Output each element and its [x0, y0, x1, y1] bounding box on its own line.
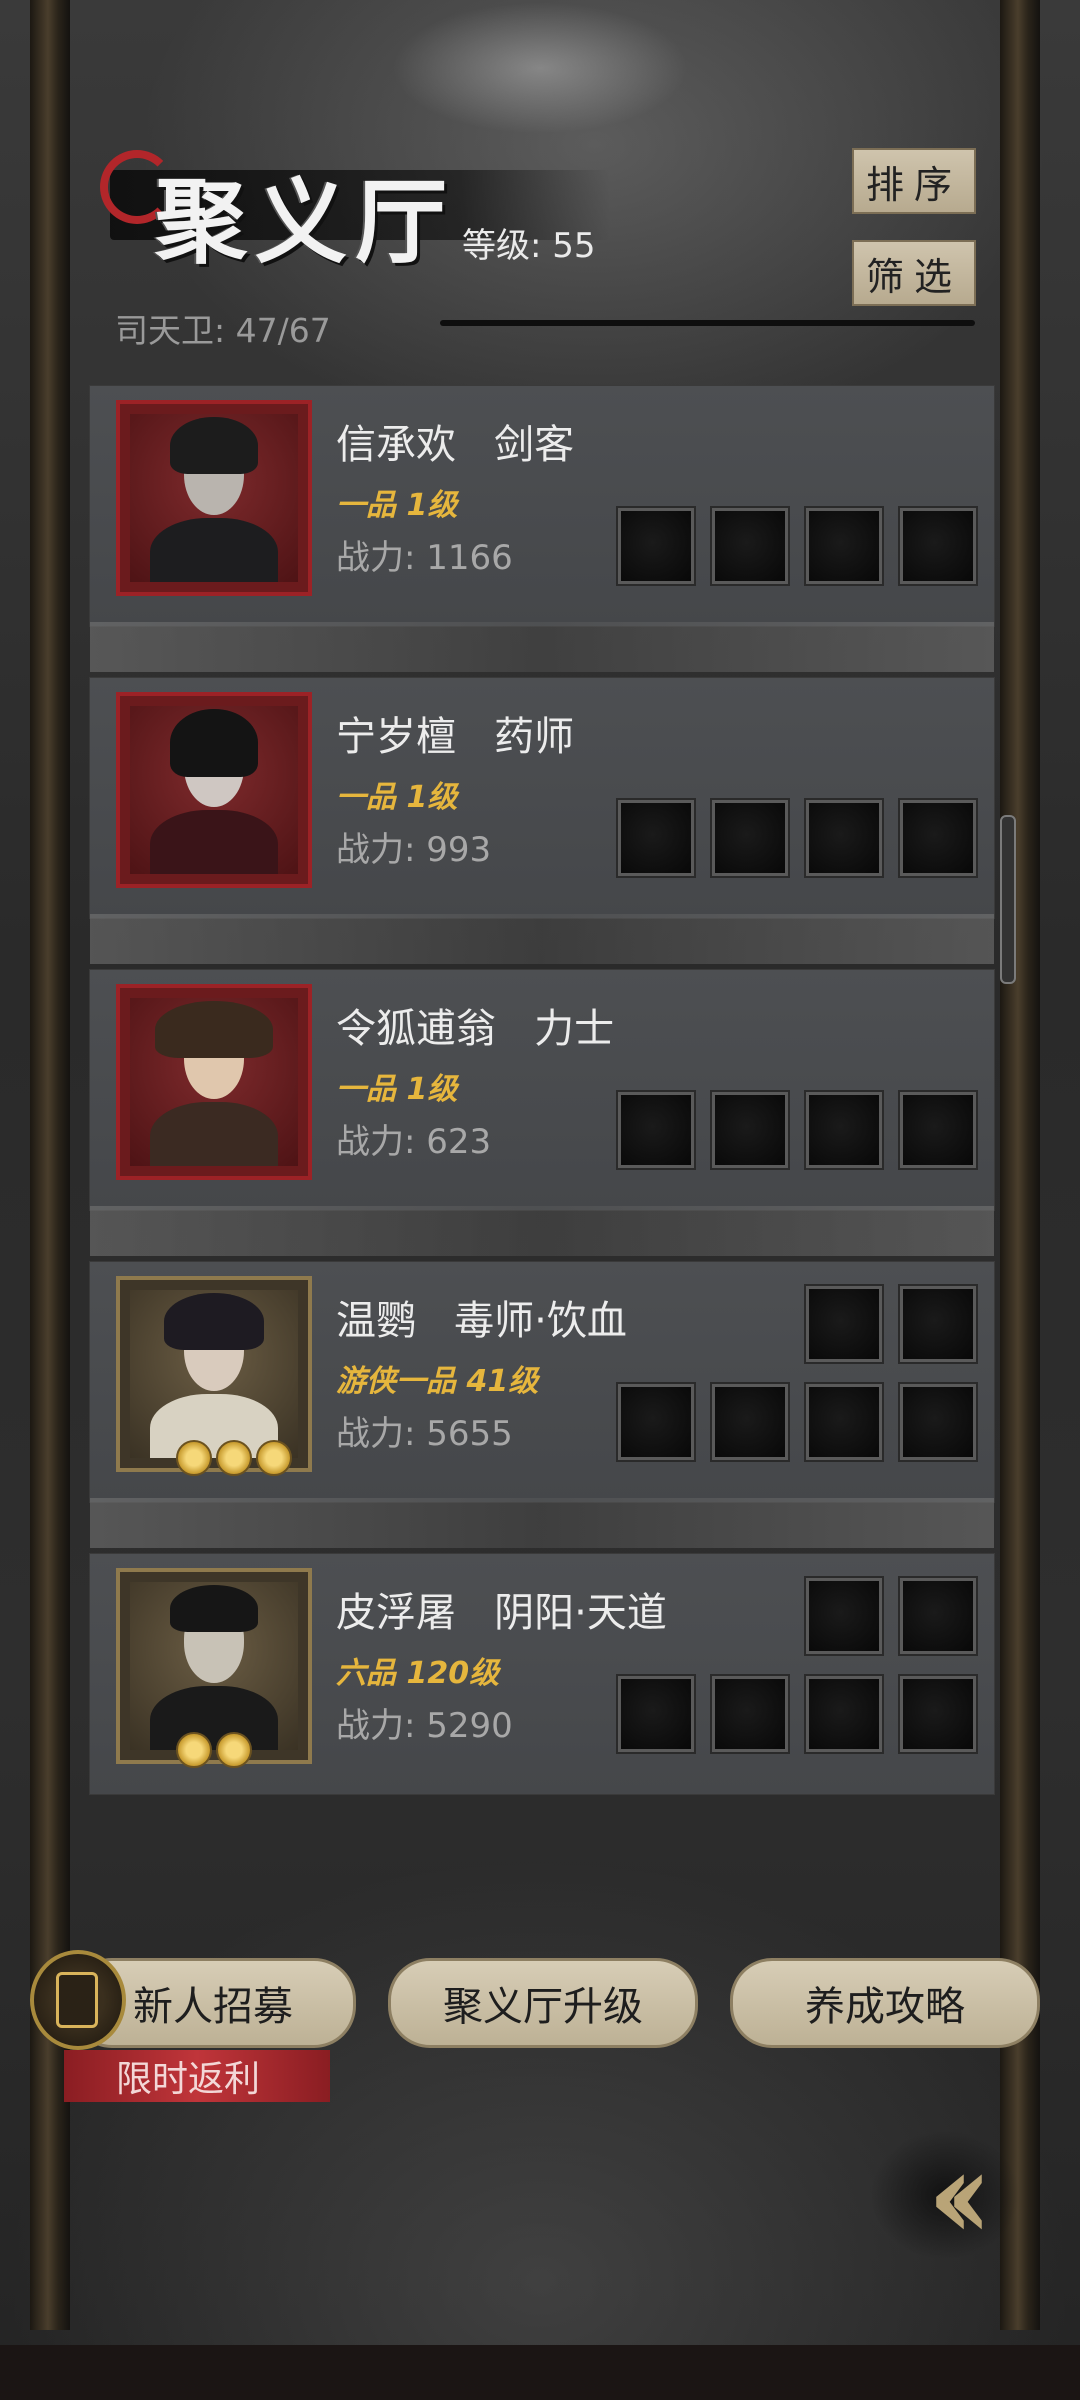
member-role: 毒师·饮血 — [454, 1298, 627, 1344]
grade-text: 六品 — [336, 1656, 396, 1691]
member-name: 温鹦 — [336, 1298, 416, 1344]
member-portrait — [116, 1276, 312, 1476]
equipment-slot[interactable] — [898, 798, 978, 878]
member-name-role: 信承欢 剑客 — [336, 412, 574, 470]
level-text: 1级 — [406, 1072, 458, 1107]
star-icon — [176, 1440, 212, 1476]
member-name: 令狐逋翁 — [336, 1006, 496, 1052]
member-card[interactable]: 宁岁檀 药师 一品 1级 战力: 993 — [90, 678, 994, 918]
member-card[interactable]: 皮浮屠 阴阳·天道 六品 120级 战力: 5290 — [90, 1554, 994, 1794]
level-text: 120级 — [406, 1656, 500, 1691]
equipment-slot[interactable] — [804, 1090, 884, 1170]
equipment-slot[interactable] — [804, 506, 884, 586]
member-card[interactable]: 令狐逋翁 力士 一品 1级 战力: 623 — [90, 970, 994, 1210]
list-scrollbar[interactable] — [1000, 815, 1016, 984]
equipment-slot[interactable] — [898, 1284, 978, 1364]
equipment-slot[interactable] — [616, 798, 696, 878]
member-portrait — [116, 692, 312, 888]
member-name-role: 令狐逋翁 力士 — [336, 996, 614, 1054]
member-grade: 游侠一品 41级 — [336, 1356, 538, 1400]
bottom-bar — [0, 2345, 1080, 2400]
hall-level: 等级: 55 — [462, 226, 596, 266]
star-icon — [216, 1440, 252, 1476]
member-role: 药师 — [494, 714, 575, 760]
member-grade: 六品 120级 — [336, 1648, 499, 1692]
equipment-slot[interactable] — [804, 1382, 884, 1462]
level-text: 1级 — [406, 488, 458, 523]
member-name-role: 宁岁檀 药师 — [336, 704, 574, 762]
header-divider — [440, 320, 975, 326]
card-divider — [90, 622, 994, 672]
member-name-role: 皮浮屠 阴阳·天道 — [336, 1580, 667, 1638]
member-power: 战力: 993 — [336, 830, 492, 870]
star-rating — [176, 1440, 292, 1476]
member-name-role: 温鹦 毒师·饮血 — [336, 1288, 627, 1346]
equipment-slot[interactable] — [710, 1382, 790, 1462]
equipment-slot[interactable] — [710, 1090, 790, 1170]
member-power: 战力: 5290 — [336, 1706, 513, 1746]
equipment-slot[interactable] — [898, 1576, 978, 1656]
equipment-slot[interactable] — [804, 798, 884, 878]
star-rating — [176, 1732, 252, 1768]
equipment-slot[interactable] — [616, 1090, 696, 1170]
equipment-slot[interactable] — [898, 1382, 978, 1462]
member-grade: 一品 1级 — [336, 772, 457, 816]
hall-header: 聚义厅 等级: 55 — [100, 140, 670, 276]
equipment-slot[interactable] — [804, 1284, 884, 1364]
member-portrait — [116, 984, 312, 1180]
filter-button[interactable]: 筛选 — [852, 240, 976, 306]
equipment-slot[interactable] — [804, 1674, 884, 1754]
member-role: 力士 — [534, 1006, 615, 1052]
equipment-slot[interactable] — [710, 506, 790, 586]
equipment-slot[interactable] — [898, 1674, 978, 1754]
equipment-slot[interactable] — [710, 798, 790, 878]
member-grade: 一品 1级 — [336, 1064, 457, 1108]
recruit-token-icon[interactable] — [30, 1950, 126, 2050]
grade-text: 一品 — [336, 1072, 396, 1107]
member-power: 战力: 623 — [336, 1122, 492, 1162]
grade-text: 一品 — [336, 780, 396, 815]
member-name: 宁岁檀 — [336, 714, 456, 760]
card-divider — [90, 1498, 994, 1548]
card-divider — [90, 914, 994, 964]
member-name: 信承欢 — [336, 422, 456, 468]
hall-upgrade-button[interactable]: 聚义厅升级 — [388, 1958, 698, 2048]
grade-text: 一品 — [336, 488, 396, 523]
card-divider — [90, 1206, 994, 1256]
member-portrait — [116, 1568, 312, 1768]
sort-button[interactable]: 排序 — [852, 148, 976, 214]
equipment-slot[interactable] — [898, 1090, 978, 1170]
equipment-slot[interactable] — [804, 1576, 884, 1656]
level-text: 41级 — [466, 1364, 539, 1399]
equipment-slot[interactable] — [710, 1674, 790, 1754]
star-icon — [256, 1440, 292, 1476]
member-card[interactable]: 信承欢 剑客 一品 1级 战力: 1166 — [90, 386, 994, 626]
equipment-slot[interactable] — [616, 1382, 696, 1462]
equipment-slot[interactable] — [616, 506, 696, 586]
star-icon — [216, 1732, 252, 1768]
member-power: 战力: 1166 — [336, 538, 513, 578]
member-portrait — [116, 400, 312, 596]
member-card[interactable]: 温鹦 毒师·饮血 游侠一品 41级 战力: 5655 — [90, 1262, 994, 1502]
page-title: 聚义厅 — [155, 168, 456, 276]
member-name: 皮浮屠 — [336, 1590, 456, 1636]
guard-count: 司天卫: 47/67 — [115, 311, 331, 350]
double-chevron-left-icon[interactable]: ‹‹ — [870, 2125, 1020, 2266]
equipment-slot[interactable] — [616, 1674, 696, 1754]
grade-text: 游侠一品 — [336, 1364, 456, 1399]
training-guide-button[interactable]: 养成攻略 — [730, 1958, 1040, 2048]
member-role: 阴阳·天道 — [494, 1590, 667, 1636]
equipment-slot[interactable] — [898, 506, 978, 586]
limited-rebate-tag[interactable]: 限时返利 — [64, 2050, 330, 2102]
member-power: 战力: 5655 — [336, 1414, 513, 1454]
star-icon — [176, 1732, 212, 1768]
level-text: 1级 — [406, 780, 458, 815]
member-grade: 一品 1级 — [336, 480, 457, 524]
member-role: 剑客 — [494, 422, 575, 468]
